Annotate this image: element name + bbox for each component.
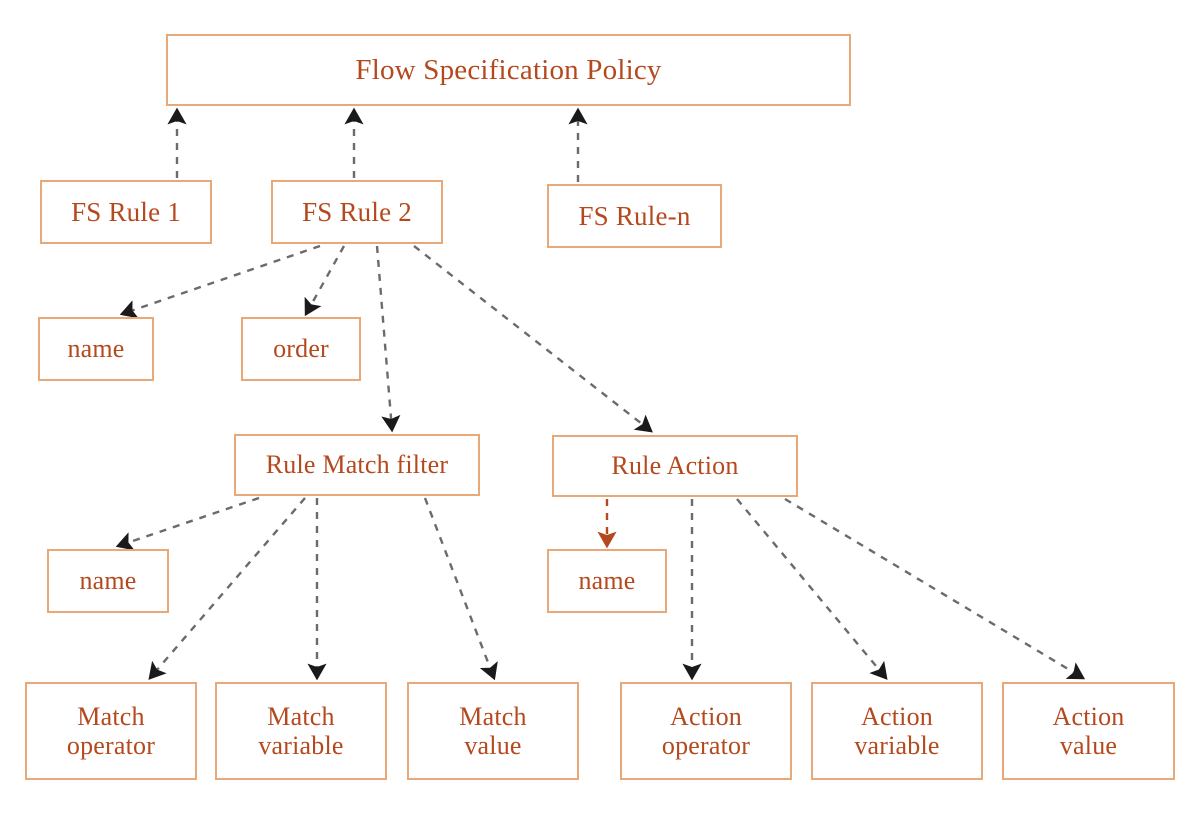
node-match-variable[interactable]: Match variable [215,682,387,780]
node-action-operator[interactable]: Action operator [620,682,792,780]
node-label-rule-match: Rule Match filter [265,450,449,480]
node-label-action-variable: Action variable [854,701,940,760]
node-label-rule-order: order [273,334,329,364]
node-action-variable[interactable]: Action variable [811,682,983,780]
e-fsrule2-name [119,244,321,319]
node-label-fs-rule-1: FS Rule 1 [71,196,181,227]
node-rule-action[interactable]: Rule Action [552,435,798,497]
node-label-action-operator: Action operator [661,701,751,760]
node-rule-order[interactable]: order [241,317,361,381]
e-match-value [423,497,498,681]
node-label-fs-rule-n: FS Rule-n [578,200,691,231]
e-fsrule2-action [413,245,653,433]
node-label-action-name: name [578,566,636,596]
e-match-name [115,496,260,551]
node-match-value[interactable]: Match value [407,682,579,780]
node-label-match-value: Match value [459,701,527,760]
node-label-match-variable: Match variable [258,701,344,760]
flow-specification-policy-diagram: Flow Specification Policy FS Rule 1 FS Rul… [0,0,1200,813]
node-label-rule-action: Rule Action [611,451,739,481]
node-match-name[interactable]: name [47,549,169,613]
e-action-value [784,497,1086,680]
node-match-operator[interactable]: Match operator [25,682,197,780]
e-fsrule2-order [304,245,346,317]
node-policy[interactable]: Flow Specification Policy [166,34,851,106]
e-action-variable [736,498,888,680]
e-fsrule2-match [375,245,401,433]
node-rule-match[interactable]: Rule Match filter [234,434,480,496]
node-label-rule-name: name [67,334,125,364]
node-label-fs-rule-2: FS Rule 2 [302,196,412,227]
node-action-name[interactable]: name [547,549,667,613]
node-label-match-operator: Match operator [66,701,156,760]
node-fs-rule-1[interactable]: FS Rule 1 [40,180,212,244]
node-fs-rule-2[interactable]: FS Rule 2 [271,180,443,244]
node-label-policy: Flow Specification Policy [355,53,662,86]
node-rule-name[interactable]: name [38,317,154,381]
node-fs-rule-n[interactable]: FS Rule-n [547,184,722,248]
node-action-value[interactable]: Action value [1002,682,1175,780]
node-label-match-name: name [79,566,137,596]
node-label-action-value: Action value [1052,701,1125,760]
e-match-operator [148,497,306,680]
